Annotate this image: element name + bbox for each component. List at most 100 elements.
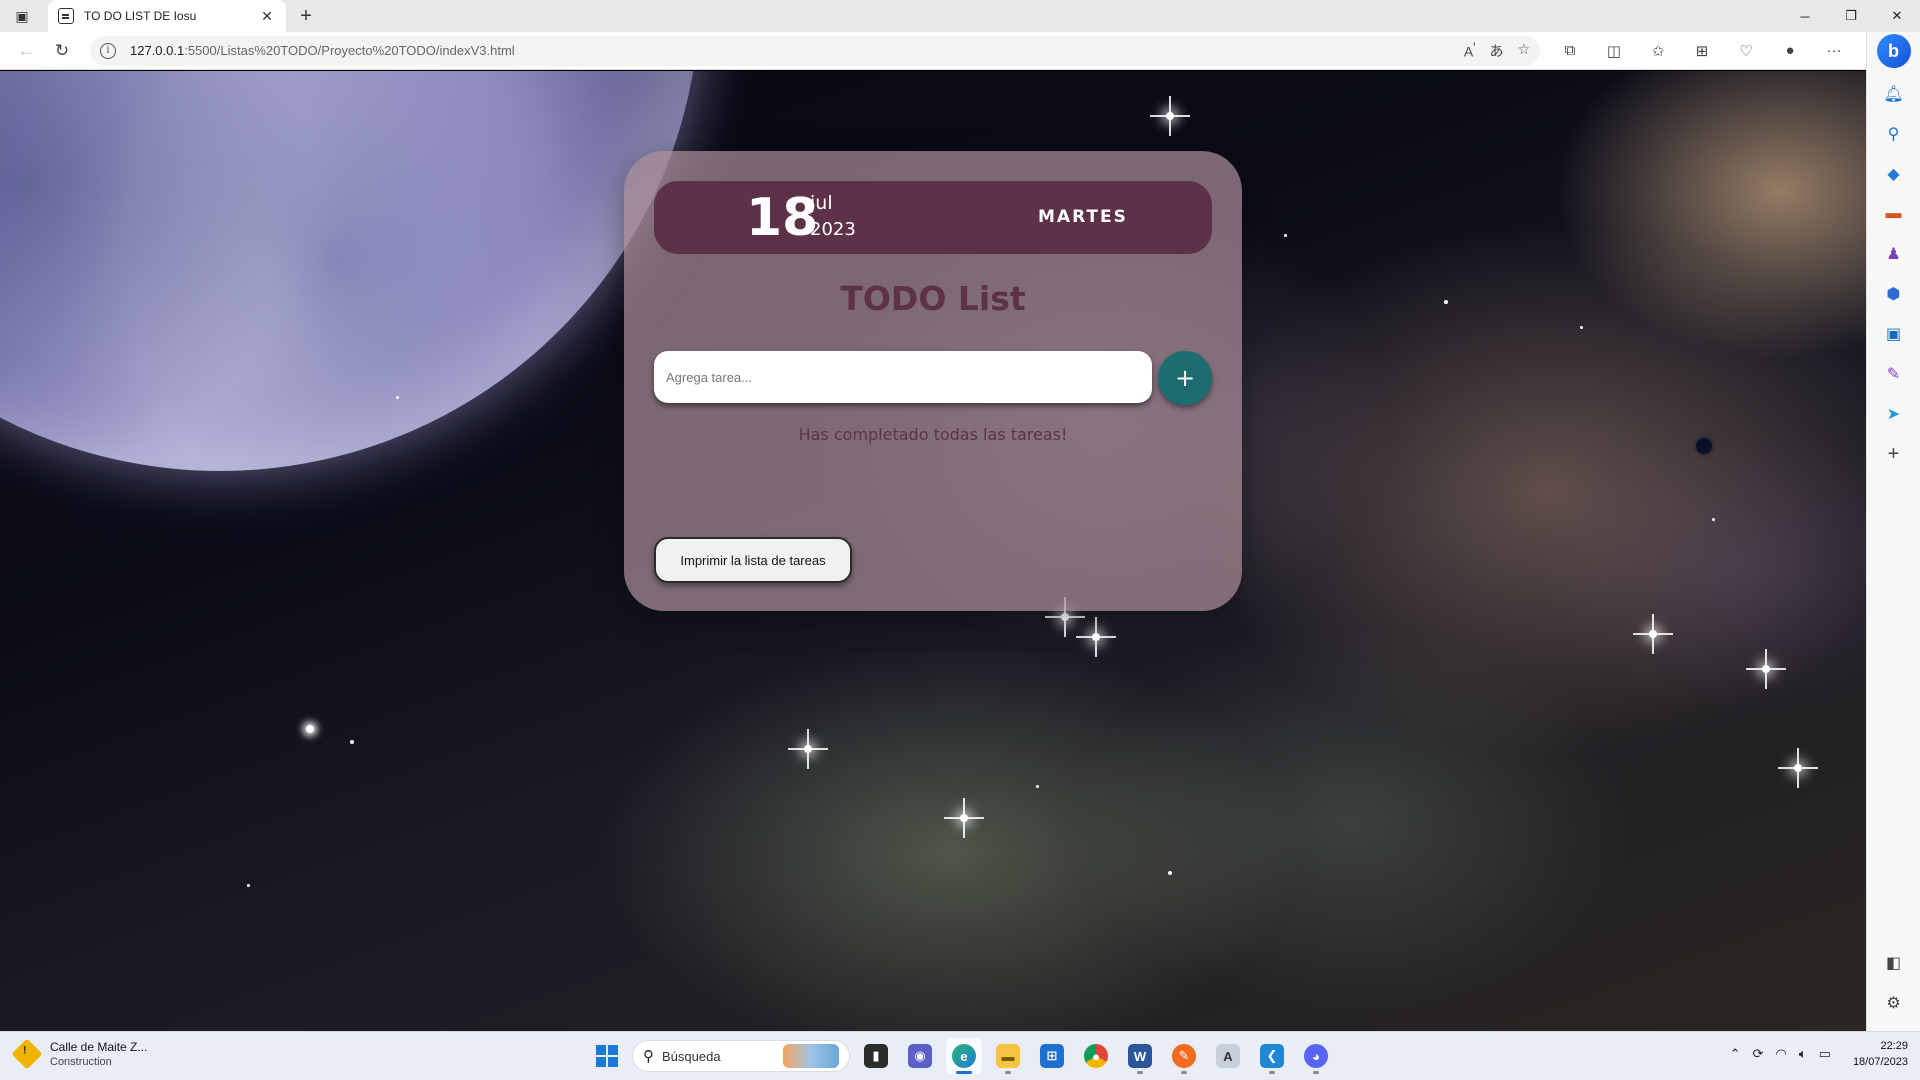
weather-widget[interactable]: ! Calle de Maite Z... Construction: [11, 1038, 148, 1070]
pencil-app-icon[interactable]: ✎: [1166, 1038, 1202, 1074]
date-banner: 18 jul 2023 MARTES: [654, 181, 1212, 254]
print-list-button[interactable]: Imprimir la lista de tareas: [654, 537, 852, 583]
search-icon[interactable]: ⚲: [1878, 118, 1910, 150]
browser-tab[interactable]: TO DO LIST DE Iosu ✕: [48, 0, 286, 32]
refresh-icon[interactable]: ↻: [44, 36, 80, 66]
weather-subtitle: Construction: [50, 1056, 112, 1068]
microsoft-365-icon[interactable]: ⬢: [1878, 278, 1910, 310]
search-placeholder: Búsqueda: [662, 1048, 721, 1064]
word-icon[interactable]: W: [1122, 1038, 1158, 1074]
bright-star: [944, 798, 984, 838]
close-window-button[interactable]: ✕: [1874, 0, 1920, 32]
vscode-icon[interactable]: ❮: [1254, 1038, 1290, 1074]
clock-date: 18/07/2023: [1852, 1056, 1908, 1068]
star: [247, 884, 250, 887]
taskbar: ! Calle de Maite Z... Construction ⚲ Bús…: [0, 1031, 1920, 1080]
discord-icon[interactable]: ◕: [1298, 1038, 1334, 1074]
bright-star: [1633, 614, 1673, 654]
start-button[interactable]: [590, 1039, 624, 1073]
construction-icon: !: [11, 1038, 43, 1070]
file-explorer-icon[interactable]: ▬: [990, 1038, 1026, 1074]
collections-icon[interactable]: ⊞: [1684, 36, 1720, 66]
bright-star: [788, 729, 828, 769]
star: [1444, 300, 1448, 304]
site-info-icon[interactable]: i: [100, 42, 116, 59]
address-bar[interactable]: i 127.0.0.1:5500/Listas%20TODO/Proyecto%…: [90, 35, 1540, 66]
sync-icon[interactable]: ⟳: [1753, 1046, 1764, 1062]
chrome-icon[interactable]: ●: [1078, 1038, 1114, 1074]
add-task-button[interactable]: +: [1158, 351, 1212, 405]
tab-actions-icon[interactable]: ▣: [0, 0, 44, 32]
star: [350, 740, 354, 744]
wifi-icon[interactable]: ◠: [1775, 1046, 1786, 1062]
volume-icon[interactable]: 🔈︎: [1799, 1046, 1807, 1062]
dark-moon: [1696, 438, 1712, 454]
bing-chat-icon[interactable]: b: [1876, 34, 1911, 68]
system-tray: ⌃ ⟳ ◠ 🔈︎ ▭ 22:29 18/07/2023: [1730, 1038, 1908, 1070]
favorite-star-icon[interactable]: ☆: [1517, 41, 1530, 61]
restore-button[interactable]: ❐: [1828, 0, 1874, 32]
read-aloud-icon[interactable]: Aꞌ: [1464, 41, 1476, 61]
new-tab-button[interactable]: +: [290, 0, 322, 32]
tab-title: TO DO LIST DE Iosu: [84, 9, 197, 23]
microsoft-store-icon[interactable]: ⊞: [1034, 1038, 1070, 1074]
bell-icon[interactable]: 🔔︎: [1878, 78, 1910, 110]
bright-star: [1150, 96, 1190, 136]
file-manager-icon[interactable]: ▮: [858, 1038, 894, 1074]
window-controls: ─ ❐ ✕: [1782, 0, 1920, 32]
profile-icon[interactable]: ●: [1772, 36, 1808, 66]
battery-icon[interactable]: ▭: [1819, 1046, 1831, 1062]
translate-icon[interactable]: あ: [1489, 41, 1503, 61]
drop-icon[interactable]: ➤: [1878, 398, 1910, 430]
star: [1284, 234, 1287, 237]
edge-icon[interactable]: e: [946, 1038, 982, 1074]
bright-star: [1746, 649, 1786, 689]
games-icon[interactable]: ♟: [1878, 238, 1910, 270]
designer-icon[interactable]: ✎: [1878, 358, 1910, 390]
todo-card: 18 jul 2023 MARTES TODO List + Has compl…: [624, 151, 1242, 611]
clock-time: 22:29: [1880, 1040, 1908, 1052]
back-icon[interactable]: ←: [8, 36, 44, 66]
bright-star: [1778, 748, 1818, 788]
star: [1712, 518, 1715, 521]
completed-message: Has completado todas las tareas!: [798, 425, 1068, 444]
browser-tab-bar: ▣ TO DO LIST DE Iosu ✕ + ─ ❐ ✕: [0, 0, 1920, 32]
favorites-icon[interactable]: ✩: [1640, 36, 1676, 66]
add-sidebar-app-icon[interactable]: +: [1878, 438, 1910, 470]
weather-title: Calle de Maite Z...: [50, 1040, 148, 1054]
tab-favicon-icon: [58, 8, 74, 24]
url-text[interactable]: 127.0.0.1:5500/Listas%20TODO/Proyecto%20…: [130, 43, 515, 58]
shopping-icon[interactable]: ◆: [1878, 158, 1910, 190]
chevron-up-icon[interactable]: ⌃: [1730, 1046, 1741, 1062]
split-screen-icon[interactable]: ◫: [1596, 36, 1632, 66]
date-weekday: MARTES: [1038, 207, 1128, 227]
tools-icon[interactable]: ▬: [1878, 198, 1910, 230]
more-menu-icon[interactable]: ···: [1816, 36, 1852, 66]
taskbar-search[interactable]: ⚲ Búsqueda: [632, 1040, 850, 1072]
date-month: jul: [810, 192, 833, 214]
star: [1168, 871, 1172, 875]
teams-chat-icon[interactable]: ◉: [902, 1038, 938, 1074]
bright-star: [1076, 617, 1116, 657]
hide-sidebar-icon[interactable]: ◧: [1878, 947, 1910, 979]
clock[interactable]: 22:29 18/07/2023: [1853, 1038, 1908, 1070]
date-year: 2023: [810, 219, 856, 240]
date-day: 18: [746, 188, 819, 248]
planet-image: [0, 71, 700, 471]
translator-icon[interactable]: A: [1210, 1038, 1246, 1074]
tab-close-icon[interactable]: ✕: [258, 8, 276, 25]
edge-sidebar: b 🔔︎ ⚲ ◆ ▬ ♟ ⬢ ▣ ✎ ➤ + ◧ ⚙: [1866, 32, 1920, 1031]
search-icon: ⚲: [643, 1048, 654, 1065]
sidebar-settings-icon[interactable]: ⚙: [1878, 987, 1910, 1019]
star: [396, 396, 399, 399]
outlook-icon[interactable]: ▣: [1878, 318, 1910, 350]
extensions-icon[interactable]: ⧉: [1552, 36, 1588, 66]
browser-essentials-icon[interactable]: ♡: [1728, 36, 1764, 66]
page-title: TODO List: [840, 279, 1026, 318]
star: [306, 725, 314, 733]
star: [1036, 785, 1039, 788]
task-input[interactable]: [654, 351, 1152, 403]
minimize-button[interactable]: ─: [1782, 0, 1828, 32]
star: [1580, 326, 1583, 329]
page-background: 18 jul 2023 MARTES TODO List + Has compl…: [0, 71, 1866, 1031]
